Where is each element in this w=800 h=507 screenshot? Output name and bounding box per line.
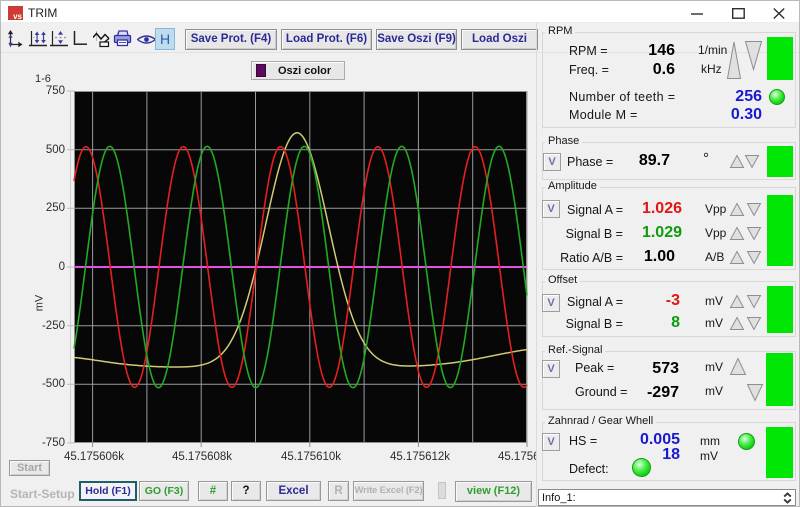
svg-text:vs: vs <box>13 12 22 20</box>
